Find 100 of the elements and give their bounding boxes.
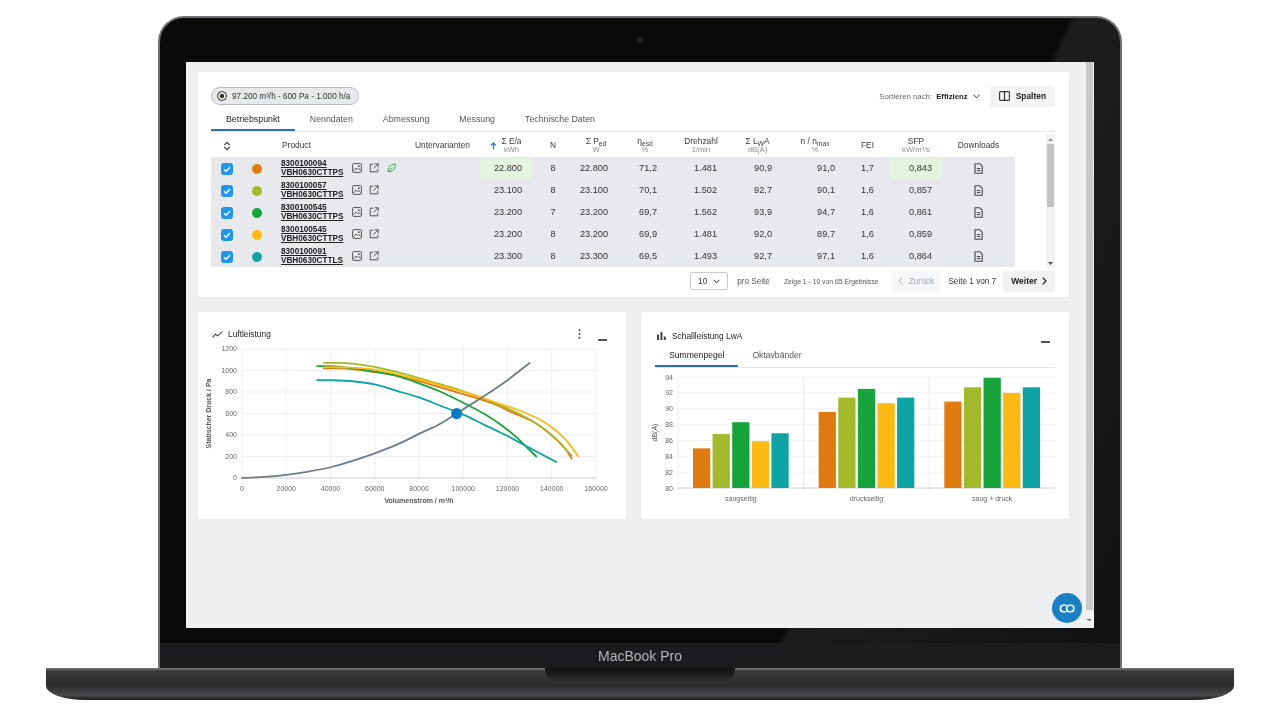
scroll-up-arrow-icon[interactable] bbox=[1048, 137, 1053, 141]
table-cell: 23.100 bbox=[574, 179, 618, 201]
table-cell: 23.200 bbox=[574, 201, 618, 223]
sort-toggle-icon[interactable] bbox=[223, 141, 231, 152]
table-cell: 90,9 bbox=[730, 157, 785, 179]
tab[interactable]: Betriebspunkt bbox=[211, 109, 295, 131]
external-link-icon[interactable] bbox=[369, 185, 379, 195]
chevron-left-icon bbox=[898, 277, 904, 285]
line-chart-icon bbox=[212, 330, 223, 338]
external-link-icon[interactable] bbox=[369, 229, 379, 239]
table-cell: 90,1 bbox=[785, 179, 845, 201]
table-row[interactable]: 8300100091 VBH0630CTTLS 23.300 8 23.300 69,5 1.493 92,7 97,1 1,6 0,864 bbox=[211, 245, 1015, 267]
table-cell: 22.800 bbox=[574, 157, 618, 179]
chevron-down-icon bbox=[972, 93, 980, 99]
table-row[interactable]: 8300100545 VBH0630CTTPS 23.200 8 23.200 69,9 1.481 92,0 89,7 1,6 0,859 bbox=[211, 223, 1015, 245]
image-icon[interactable] bbox=[352, 185, 362, 195]
column-header[interactable]: N bbox=[549, 141, 557, 150]
operating-point-chip[interactable]: 97.200 m³/h - 600 Pa - 1.000 h/a bbox=[211, 87, 360, 105]
table-cell: 22.800 bbox=[480, 157, 532, 179]
table-row[interactable]: 8300100094 VBH0630CTTPS 22.800 8 22.800 71,2 1.481 90,9 91,0 1,7 0,843 bbox=[211, 157, 1015, 179]
row-checkbox[interactable] bbox=[221, 184, 233, 197]
table-cell: 94,7 bbox=[785, 201, 845, 223]
table-cell: 1,6 bbox=[845, 201, 890, 223]
table-cell: 0,857 bbox=[890, 179, 942, 201]
tab[interactable]: Abmessung bbox=[367, 109, 445, 131]
columns-button[interactable]: Spalten bbox=[989, 85, 1055, 107]
panel-title: Luftleistung bbox=[228, 329, 271, 339]
page-indicator: Seite 1 von 7 bbox=[948, 276, 997, 286]
row-checkbox[interactable] bbox=[221, 250, 233, 263]
more-options-icon[interactable] bbox=[578, 329, 581, 339]
table-cell: 0,861 bbox=[890, 201, 942, 223]
link-icon bbox=[1059, 603, 1075, 613]
document-icon[interactable] bbox=[974, 229, 983, 241]
table-cell: 1,7 bbox=[845, 157, 890, 179]
column-header[interactable]: Untervarianten bbox=[415, 141, 470, 150]
image-icon[interactable] bbox=[352, 229, 362, 239]
table-row[interactable]: 8300100057 VBH0630CTTPS 23.100 8 23.100 70,1 1.502 92,7 90,1 1,6 0,857 bbox=[211, 179, 1015, 201]
column-header[interactable]: Product bbox=[282, 141, 311, 150]
table-cell: 23.200 bbox=[480, 201, 532, 223]
row-checkbox[interactable] bbox=[221, 162, 233, 175]
page-size-label: pro Seite bbox=[737, 276, 770, 286]
external-link-icon[interactable] bbox=[369, 251, 379, 261]
column-header[interactable]: Downloads bbox=[957, 141, 1000, 150]
camera-icon bbox=[637, 37, 643, 43]
document-icon[interactable] bbox=[974, 185, 983, 197]
image-icon[interactable] bbox=[352, 207, 362, 217]
table-cell: 1,6 bbox=[845, 223, 890, 245]
document-icon[interactable] bbox=[974, 163, 983, 175]
column-header[interactable]: FEI bbox=[861, 141, 874, 150]
external-link-icon[interactable] bbox=[369, 207, 379, 217]
table-cell: 69,5 bbox=[618, 245, 672, 267]
image-icon[interactable] bbox=[352, 251, 362, 261]
table-cell: 23.200 bbox=[480, 223, 532, 245]
tab[interactable]: Messung bbox=[444, 109, 510, 131]
table-cell: 1.502 bbox=[672, 179, 730, 201]
table-cell: 0,864 bbox=[890, 245, 942, 267]
laptop-label: MacBook Pro bbox=[597, 647, 682, 664]
table-cell: 93,9 bbox=[730, 201, 785, 223]
table-cell: 8 bbox=[532, 157, 574, 179]
table-cell: 23.100 bbox=[480, 179, 532, 201]
table-cell: 1.562 bbox=[672, 201, 730, 223]
image-icon[interactable] bbox=[352, 163, 362, 173]
bar-chart-icon bbox=[657, 332, 666, 340]
external-link-icon[interactable] bbox=[369, 163, 379, 173]
table-cell: 8 bbox=[532, 223, 574, 245]
table-cell: 0,843 bbox=[890, 157, 942, 179]
tab[interactable]: Nenndaten bbox=[294, 109, 368, 131]
table-scrollbar[interactable] bbox=[1046, 134, 1055, 268]
scroll-down-arrow-icon[interactable] bbox=[1048, 261, 1053, 265]
page-size-select[interactable]: 10 bbox=[690, 272, 729, 290]
table-cell: 1.481 bbox=[672, 223, 730, 245]
table-cell: 7 bbox=[532, 201, 574, 223]
table-cell: 92,0 bbox=[730, 223, 785, 245]
table-cell: 23.300 bbox=[574, 245, 618, 267]
chevron-down-icon bbox=[713, 278, 721, 284]
tab[interactable]: Technische Daten bbox=[510, 109, 610, 131]
table-cell: 89,7 bbox=[785, 223, 845, 245]
table-cell: 91,0 bbox=[785, 157, 845, 179]
table-cell: 71,2 bbox=[618, 157, 672, 179]
table-cell: 97,1 bbox=[785, 245, 845, 267]
table-cell: 1.493 bbox=[672, 245, 730, 267]
tab[interactable]: Summenpegel bbox=[655, 344, 739, 367]
row-checkbox[interactable] bbox=[221, 228, 233, 241]
document-icon[interactable] bbox=[974, 207, 983, 219]
table-cell: 69,9 bbox=[618, 223, 672, 245]
chevron-right-icon bbox=[1042, 277, 1047, 285]
row-checkbox[interactable] bbox=[221, 206, 233, 219]
tab[interactable]: Oktavbänder bbox=[738, 344, 816, 367]
columns-icon bbox=[998, 91, 1010, 101]
document-icon[interactable] bbox=[974, 251, 983, 263]
table-cell: 1,6 bbox=[845, 179, 890, 201]
table-cell: 23.200 bbox=[574, 223, 618, 245]
table-row[interactable]: 8300100545 VBH0630CTTPS 23.200 7 23.200 69,7 1.562 93,9 94,7 1,6 0,861 bbox=[211, 201, 1015, 223]
table-cell: 70,1 bbox=[618, 179, 672, 201]
table-cell: 92,7 bbox=[730, 245, 785, 267]
next-button[interactable]: Weiter bbox=[1003, 270, 1055, 292]
table-cell: 23.300 bbox=[480, 245, 532, 267]
table-cell: 8 bbox=[532, 179, 574, 201]
floating-button[interactable] bbox=[1052, 593, 1082, 623]
table-cell: 92,7 bbox=[730, 179, 785, 201]
